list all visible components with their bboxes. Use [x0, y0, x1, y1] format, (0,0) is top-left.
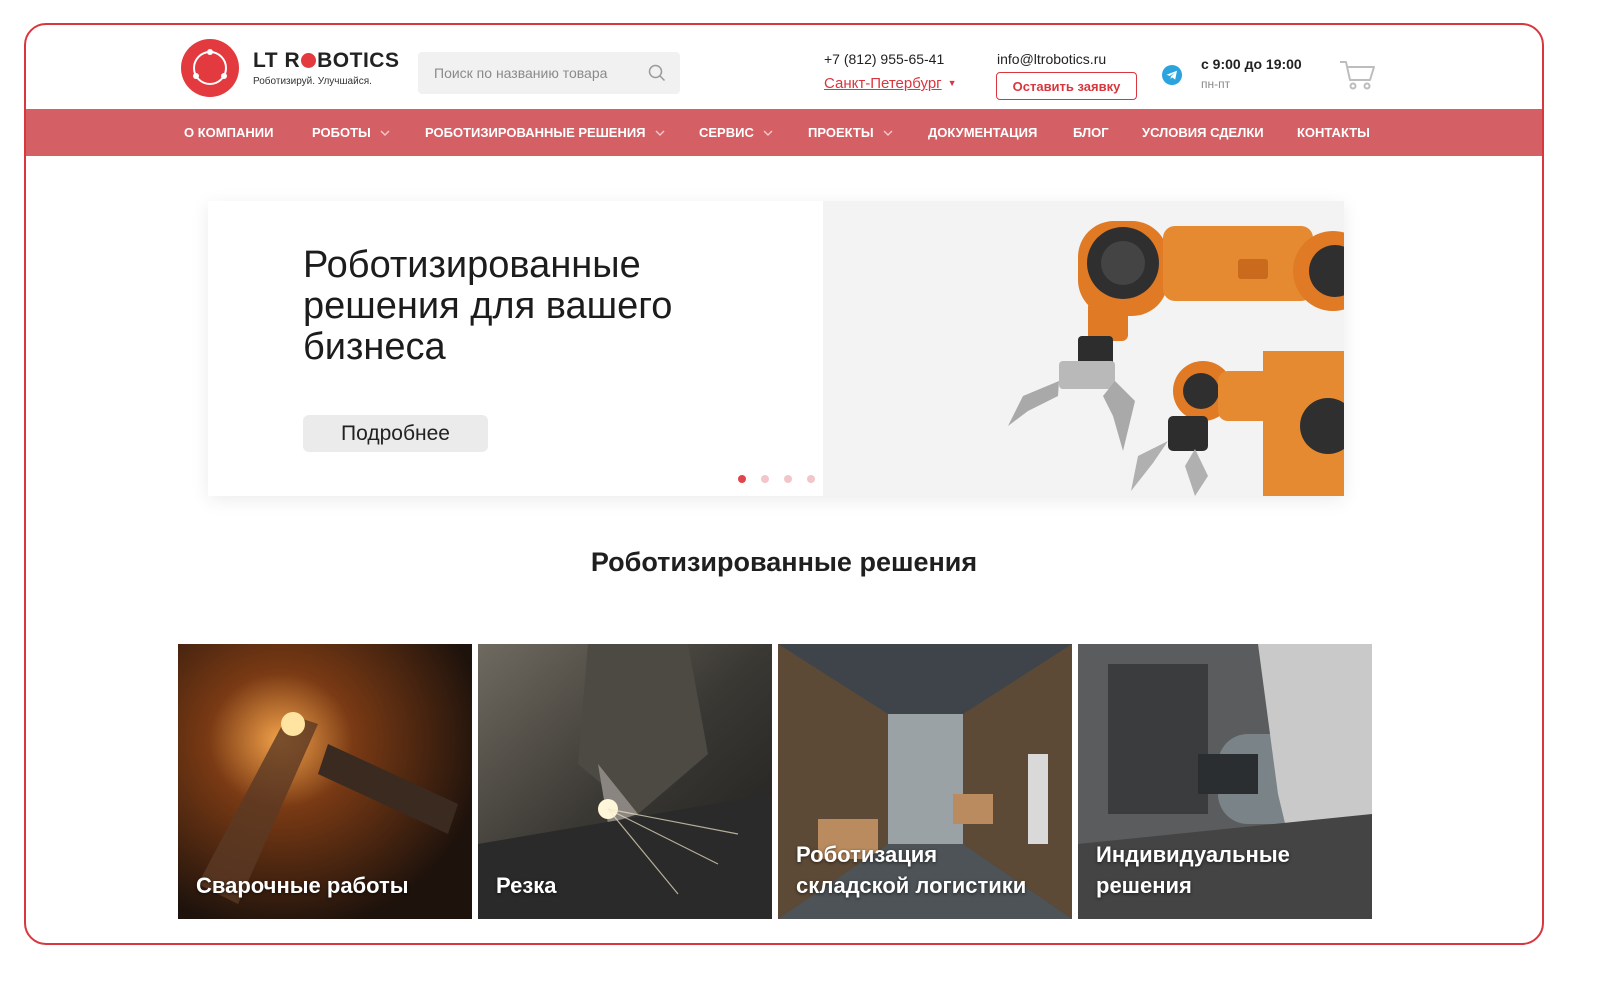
nav-item-robots[interactable]: РОБОТЫ: [312, 109, 390, 156]
main-nav: О КОМПАНИИ РОБОТЫ РОБОТИЗИРОВАННЫЕ РЕШЕН…: [26, 109, 1542, 156]
nav-item-blog[interactable]: БЛОГ: [1073, 109, 1109, 156]
cart-icon[interactable]: [1338, 58, 1378, 92]
search-box: [418, 51, 680, 95]
search-icon[interactable]: [648, 64, 666, 82]
logo[interactable]: LT R BOTICS Роботизируй. Улучшайся.: [181, 39, 399, 97]
chevron-down-icon: [655, 130, 665, 136]
chevron-down-icon: [763, 130, 773, 136]
card-label: Роботизация складской логистики: [796, 842, 1027, 898]
chevron-down-icon: [380, 130, 390, 136]
nav-item-service[interactable]: СЕРВИС: [699, 109, 773, 156]
nav-item-contacts[interactable]: КОНТАКТЫ: [1297, 109, 1370, 156]
hero-title: Роботизированные решения для вашего бизн…: [303, 244, 673, 368]
solutions-title: Роботизированные решения: [590, 547, 978, 577]
slider-dot-1[interactable]: [738, 475, 746, 483]
logo-wordmark: LT R BOTICS: [253, 48, 400, 72]
card-label: Индивидуальные решения: [1096, 842, 1290, 898]
page-frame: LT RBOTICS Роботизируй. Улучшайся. +7 (8…: [24, 23, 1544, 945]
solution-card-custom[interactable]: Индивидуальные решения: [1078, 644, 1372, 919]
slider-dot-4[interactable]: [807, 475, 815, 483]
slider-dot-2[interactable]: [761, 475, 769, 483]
search-input[interactable]: [418, 51, 648, 95]
solution-card-welding[interactable]: Сварочные работы: [178, 644, 472, 919]
slider-dot-3[interactable]: [784, 475, 792, 483]
phone-number[interactable]: +7 (812) 955-65-41: [824, 51, 944, 67]
solution-card-warehouse[interactable]: Роботизация складской логистики: [778, 644, 1072, 919]
hero-slider: Роботизированные решения для вашего бизн…: [208, 201, 1344, 496]
logo-mark-icon: [181, 39, 239, 97]
email-link[interactable]: info@ltrobotics.ru: [997, 51, 1106, 67]
nav-item-docs[interactable]: ДОКУМЕНТАЦИЯ: [928, 109, 1037, 156]
caret-down-icon: ▼: [947, 78, 957, 88]
nav-item-projects[interactable]: ПРОЕКТЫ: [808, 109, 893, 156]
nav-item-terms[interactable]: УСЛОВИЯ СДЕЛКИ: [1142, 109, 1264, 156]
city-label: Санкт-Петербург: [824, 75, 942, 92]
city-selector[interactable]: Санкт-Петербург ▼: [824, 75, 957, 92]
request-button[interactable]: Оставить заявку: [996, 72, 1137, 100]
card-label: Сварочные работы: [196, 873, 409, 898]
more-button[interactable]: Подробнее: [303, 415, 488, 452]
working-hours: с 9:00 до 19:00: [1201, 56, 1302, 72]
card-label: Резка: [496, 873, 557, 898]
chevron-down-icon: [883, 130, 893, 136]
logo-tagline: Роботизируй. Улучшайся.: [253, 75, 372, 87]
working-days: пн-пт: [1201, 77, 1231, 91]
solution-card-cutting[interactable]: Резка: [478, 644, 772, 919]
nav-item-about[interactable]: О КОМПАНИИ: [184, 109, 273, 156]
robot-arm-image: [823, 201, 1344, 496]
nav-item-solutions[interactable]: РОБОТИЗИРОВАННЫЕ РЕШЕНИЯ: [425, 109, 665, 156]
telegram-icon[interactable]: [1162, 65, 1182, 85]
slider-dots: [738, 475, 830, 483]
